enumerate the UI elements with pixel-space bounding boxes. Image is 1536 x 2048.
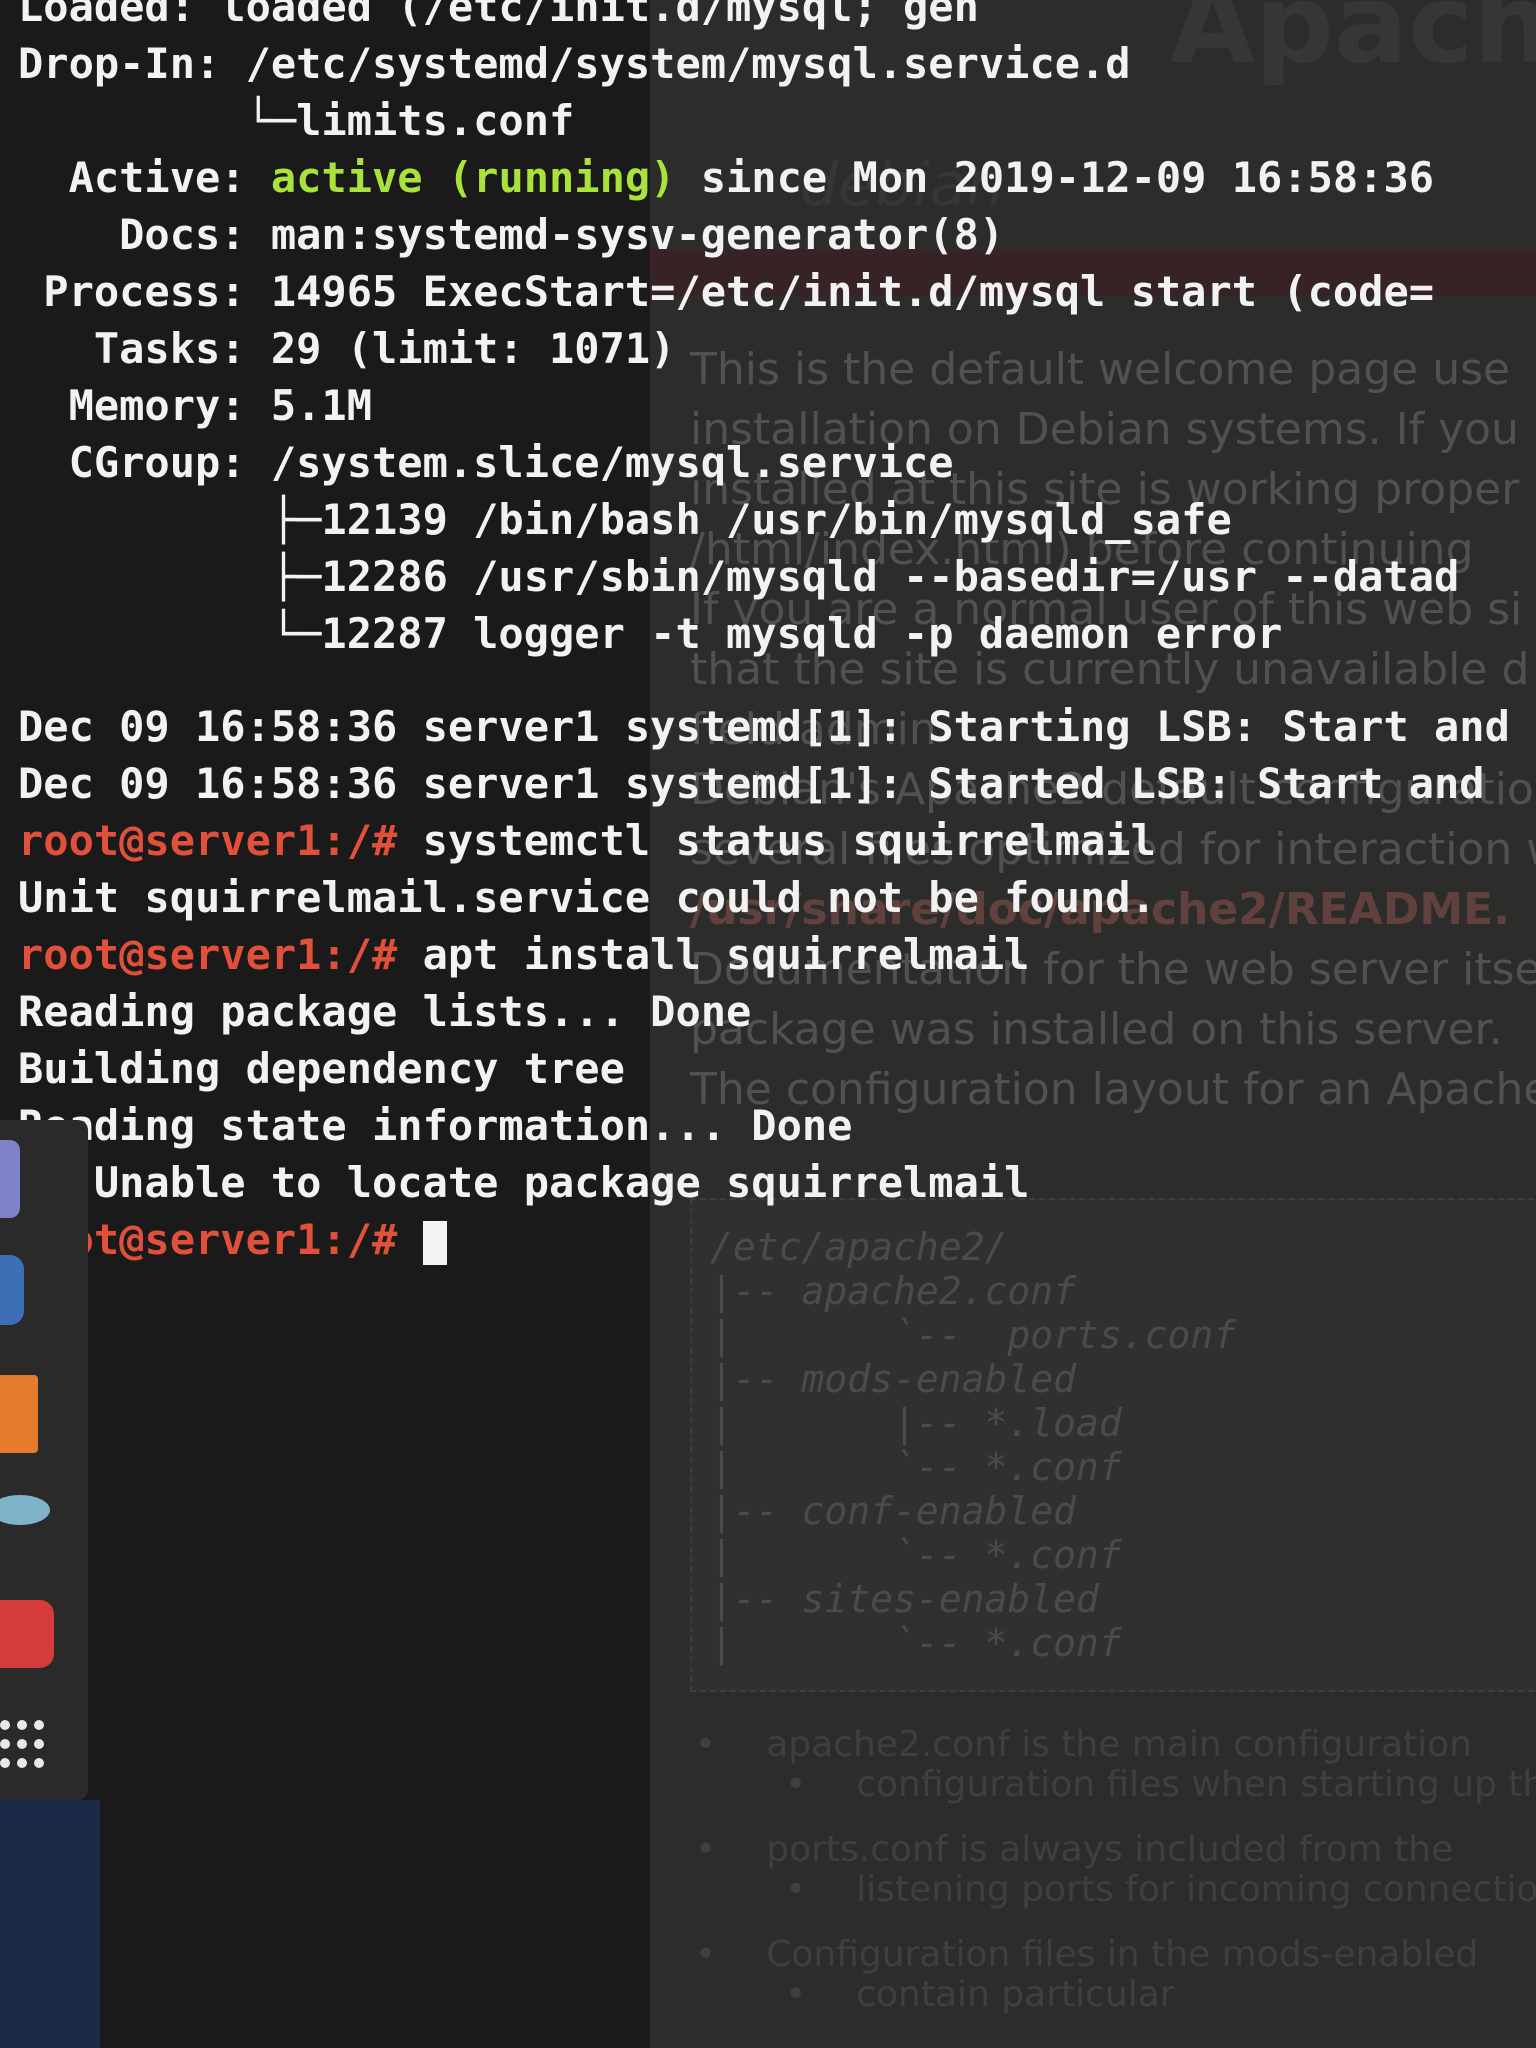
terminal-line: Memory: 5.1M (18, 381, 373, 430)
terminal-input-line[interactable]: root@server1:/# (18, 1211, 1510, 1268)
active-label: Active: (18, 153, 271, 202)
terminal-line: CGroup: /system.slice/mysql.service (18, 438, 954, 487)
terminal-line: ├─12286 /usr/sbin/mysqld --basedir=/usr … (18, 552, 1460, 601)
terminal-line: └─limits.conf (18, 96, 575, 145)
terminal-output: Loaded: loaded (/etc/init.d/mysql; gen D… (18, 0, 1510, 1268)
terminal-line: Dec 09 16:58:36 server1 systemd[1]: Star… (18, 759, 1485, 808)
terminal-line: Building dependency tree (18, 1044, 625, 1093)
terminal-window[interactable]: Loaded: loaded (/etc/init.d/mysql; gen D… (0, 0, 1536, 2048)
terminal-cursor (422, 1220, 447, 1265)
terminal-line: Tasks: 29 (limit: 1071) (18, 324, 676, 373)
active-since: since Mon 2019-12-09 16:58:36 (675, 153, 1435, 202)
terminal-line: Drop-In: /etc/systemd/system/mysql.servi… (18, 39, 1131, 88)
desktop-background (0, 1800, 100, 2048)
terminal-line: ├─12139 /bin/bash /usr/bin/mysqld_safe (18, 495, 1232, 544)
shell-command: systemctl status squirrelmail (397, 816, 1156, 865)
terminal-line-active: Active: active (running) since Mon 2019-… (18, 149, 1510, 206)
shell-prompt: root@server1:/# (18, 930, 398, 979)
terminal-line: └─12287 logger -t mysqld -p daemon error (18, 609, 1283, 658)
terminal-line: Unit squirrelmail.service could not be f… (18, 873, 1156, 922)
terminal-line: Reading package lists... Done (18, 987, 752, 1036)
software-center-icon[interactable] (0, 1375, 38, 1453)
terminal-line: Process: 14965 ExecStart=/etc/init.d/mys… (18, 267, 1435, 316)
show-applications-icon[interactable] (0, 1720, 50, 1770)
terminal-command-line: root@server1:/# apt install squirrelmail (18, 926, 1510, 983)
terminal-line: E: Unable to locate package squirrelmail (18, 1158, 1030, 1207)
terminal-line: Reading state information... Done (18, 1101, 853, 1150)
shell-prompt: root@server1:/# (18, 816, 398, 865)
app-icon[interactable] (0, 1140, 20, 1218)
dock (0, 1120, 88, 1800)
terminal-line: Dec 09 16:58:36 server1 systemd[1]: Star… (18, 702, 1510, 751)
terminal-line: Loaded: loaded (/etc/init.d/mysql; gen (18, 0, 979, 31)
screen: Apache debian This is the default welcom… (0, 0, 1536, 2048)
terminal-line: Docs: man:systemd-sysv-generator(8) (18, 210, 1005, 259)
active-status: active (running) (270, 153, 676, 202)
remmina-icon[interactable] (0, 1495, 50, 1525)
screenshot-icon[interactable] (0, 1600, 54, 1668)
shell-command: apt install squirrelmail (397, 930, 1030, 979)
files-icon[interactable] (0, 1255, 24, 1325)
terminal-command-line: root@server1:/# systemctl status squirre… (18, 812, 1510, 869)
